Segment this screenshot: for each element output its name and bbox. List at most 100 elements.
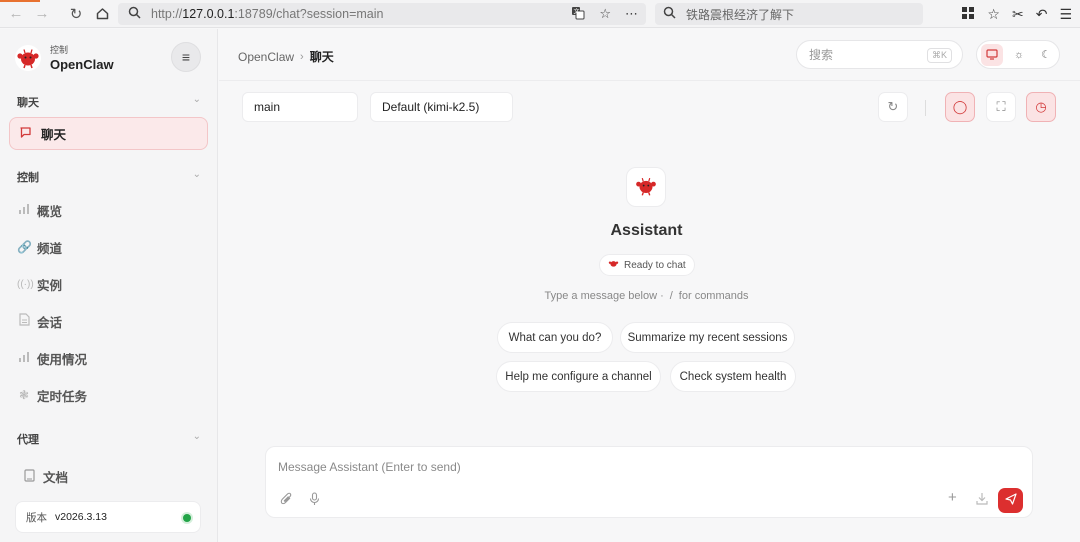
message-composer[interactable]: Message Assistant (Enter to send) + bbox=[265, 446, 1033, 518]
screenshot-icon[interactable]: ✂ bbox=[1012, 6, 1024, 23]
sidebar-item-label: 概览 bbox=[37, 204, 63, 219]
home-icon[interactable] bbox=[89, 1, 115, 27]
download-icon[interactable] bbox=[976, 492, 988, 508]
sidebar-item-overview[interactable]: 概览 bbox=[17, 200, 62, 220]
assistant-avatar bbox=[626, 167, 666, 207]
chevron-down-icon: ⌄ bbox=[192, 94, 201, 105]
crab-logo-icon bbox=[633, 173, 659, 202]
focus-icon: ⛶ bbox=[996, 99, 1006, 114]
chat-bubble-icon bbox=[19, 126, 33, 142]
reload-icon[interactable]: ↻ bbox=[63, 1, 89, 27]
send-button[interactable] bbox=[998, 488, 1023, 513]
sidebar: 控制 OpenClaw ≡ 聊天 ⌄ 聊天 控制 ⌄ 概览 🔗 频道 ((·)) 实… bbox=[0, 29, 218, 542]
command-hint: Type a message below · / for commands bbox=[544, 290, 749, 302]
bar-chart-icon bbox=[17, 351, 31, 366]
sidebar-item-docs[interactable]: 文档 bbox=[24, 467, 68, 486]
menu-icon[interactable]: ☰ bbox=[1059, 6, 1072, 23]
radio-icon: ((·)) bbox=[17, 278, 34, 290]
section-chat-header[interactable]: 聊天 ⌄ bbox=[17, 94, 201, 110]
crab-logo-icon bbox=[14, 44, 42, 72]
section-control-header[interactable]: 控制 ⌄ bbox=[17, 169, 201, 185]
chevron-down-icon: ⌄ bbox=[192, 169, 201, 180]
topbar: OpenClaw › 聊天 搜索 ⌘K ☼ ☾ bbox=[219, 29, 1080, 81]
sidebar-item-label: 实例 bbox=[37, 278, 63, 293]
sidebar-item-chat[interactable]: 聊天 bbox=[9, 117, 208, 150]
back-icon[interactable]: ← bbox=[3, 1, 29, 27]
brand-subtitle: 控制 bbox=[50, 45, 69, 55]
breadcrumb: OpenClaw › 聊天 bbox=[238, 48, 334, 65]
suggestion-button[interactable]: Help me configure a channel bbox=[496, 361, 661, 392]
send-icon bbox=[1004, 493, 1017, 508]
translate-icon[interactable]: 文 bbox=[571, 6, 585, 23]
bookmark-star-icon[interactable]: ☆ bbox=[599, 6, 611, 22]
brand[interactable]: 控制 OpenClaw bbox=[14, 43, 114, 72]
favorites-icon[interactable]: ☆ bbox=[987, 6, 1000, 23]
paperclip-icon[interactable] bbox=[280, 492, 293, 509]
sidebar-item-label: 频道 bbox=[37, 241, 63, 256]
link-icon: 🔗 bbox=[17, 240, 32, 254]
clock-icon: ◷ bbox=[1035, 99, 1047, 114]
undo-icon[interactable]: ↶ bbox=[1036, 6, 1048, 23]
session-select[interactable]: main bbox=[242, 92, 358, 122]
suggestion-button[interactable]: Check system health bbox=[670, 361, 796, 392]
suggestion-button[interactable]: Summarize my recent sessions bbox=[620, 322, 795, 353]
theme-switch: ☼ ☾ bbox=[976, 40, 1060, 69]
sidebar-item-label: 使用情况 bbox=[37, 352, 88, 367]
document-icon bbox=[17, 313, 31, 329]
address-bar[interactable]: http://127.0.0.1:18789/chat?session=main… bbox=[118, 3, 646, 25]
status-text: Ready to chat bbox=[624, 259, 686, 271]
status-dot bbox=[183, 514, 191, 522]
status-badge: Ready to chat bbox=[599, 254, 695, 276]
search-icon bbox=[663, 6, 676, 22]
main-content: OpenClaw › 聊天 搜索 ⌘K ☼ ☾ main Default (ki… bbox=[219, 29, 1080, 542]
brain-icon: ◯ bbox=[952, 99, 968, 114]
sidebar-item-label: 文档 bbox=[43, 471, 69, 485]
version-indicator: 版本 v2026.3.13 bbox=[15, 501, 201, 533]
sidebar-item-channels[interactable]: 🔗 频道 bbox=[17, 237, 62, 257]
refresh-button[interactable]: ↻ bbox=[878, 92, 908, 122]
refresh-icon: ↻ bbox=[887, 99, 899, 114]
section-agent-header[interactable]: 代理 ⌄ bbox=[17, 431, 201, 447]
sidebar-item-cron[interactable]: ❃ 定时任务 bbox=[17, 385, 87, 405]
thinking-toggle-button[interactable]: ◯ bbox=[945, 92, 975, 122]
crab-logo-icon bbox=[608, 258, 619, 272]
chevron-down-icon: ⌄ bbox=[192, 431, 201, 442]
search-placeholder: 搜索 bbox=[809, 48, 834, 62]
sun-icon[interactable]: ☼ bbox=[1008, 44, 1030, 66]
plus-icon[interactable]: + bbox=[948, 489, 957, 506]
search-shortcut: ⌘K bbox=[926, 48, 952, 63]
moon-icon[interactable]: ☾ bbox=[1035, 44, 1057, 66]
message-input[interactable]: Message Assistant (Enter to send) bbox=[278, 460, 461, 474]
slash-key: / bbox=[669, 290, 673, 302]
sidebar-item-label: 聊天 bbox=[41, 128, 67, 142]
forward-icon[interactable]: → bbox=[29, 1, 55, 27]
browser-search-bar[interactable]: 铁路震根经济了解下 bbox=[655, 3, 923, 25]
version-value: v2026.3.13 bbox=[55, 511, 107, 523]
microphone-icon[interactable] bbox=[309, 492, 320, 509]
monitor-icon[interactable] bbox=[981, 43, 1003, 66]
version-label: 版本 bbox=[26, 511, 47, 524]
model-select[interactable]: Default (kimi-k2.5) bbox=[370, 92, 513, 122]
more-icon[interactable]: ⋯ bbox=[625, 6, 638, 22]
sidebar-item-instances[interactable]: ((·)) 实例 bbox=[17, 274, 62, 294]
browser-toolbar: ← → ↻ http://127.0.0.1:18789/chat?sessio… bbox=[0, 0, 1080, 28]
apps-grid-icon[interactable] bbox=[961, 6, 975, 23]
breadcrumb-root[interactable]: OpenClaw bbox=[238, 50, 294, 64]
svg-text:文: 文 bbox=[574, 7, 580, 15]
suggestion-button[interactable]: What can you do? bbox=[497, 322, 613, 353]
model-value: Default (kimi-k2.5) bbox=[382, 100, 480, 114]
sidebar-toggle-button[interactable]: ≡ bbox=[171, 42, 201, 72]
chevron-right-icon: › bbox=[300, 50, 304, 63]
breadcrumb-current: 聊天 bbox=[309, 50, 334, 64]
assistant-title: Assistant bbox=[610, 222, 683, 239]
session-value: main bbox=[254, 100, 281, 114]
sidebar-item-label: 会话 bbox=[37, 315, 63, 330]
search-input[interactable]: 搜索 ⌘K bbox=[796, 40, 963, 69]
toolbar-divider bbox=[925, 100, 926, 116]
sidebar-item-usage[interactable]: 使用情况 bbox=[17, 348, 87, 368]
browser-search-text: 铁路震根经济了解下 bbox=[686, 7, 795, 22]
history-button[interactable]: ◷ bbox=[1026, 92, 1056, 122]
brand-name: OpenClaw bbox=[50, 57, 114, 72]
sidebar-item-sessions[interactable]: 会话 bbox=[17, 311, 62, 331]
focus-button[interactable]: ⛶ bbox=[986, 92, 1016, 122]
